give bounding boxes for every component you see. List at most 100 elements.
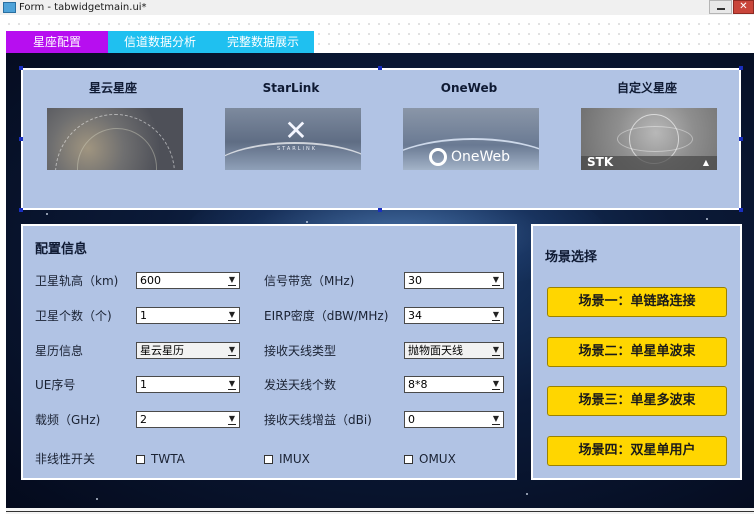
- chevron-down-icon: ▼: [225, 308, 239, 323]
- omux-checkbox[interactable]: OMUX: [404, 452, 456, 466]
- field-label: 接收天线增益（dBi): [264, 413, 372, 427]
- chevron-down-icon: ▼: [489, 412, 503, 427]
- field-label: 星历信息: [35, 344, 84, 358]
- app-icon: [3, 2, 16, 13]
- window-title: Form - tabwidgetmain.ui*: [19, 2, 147, 13]
- field-label: 卫星个数（个): [35, 309, 112, 323]
- selection-handle[interactable]: [19, 137, 23, 141]
- star-dot: [46, 213, 48, 215]
- constellation-image[interactable]: OneWeb: [403, 108, 539, 170]
- imux-checkbox[interactable]: IMUX: [264, 452, 310, 466]
- constellation-title: 自定义星座: [616, 81, 677, 95]
- minimize-icon: [717, 8, 725, 10]
- chevron-down-icon: ▼: [489, 377, 503, 392]
- star-dot: [306, 221, 308, 223]
- selection-handle[interactable]: [739, 208, 743, 212]
- field-label: 发送天线个数: [264, 378, 337, 392]
- tab-channel-analysis[interactable]: 信道数据分析: [108, 31, 212, 53]
- chevron-down-icon: ▼: [225, 273, 239, 288]
- chevron-down-icon: ▼: [225, 377, 239, 392]
- scene-2-button[interactable]: 场景二：单星单波束: [547, 337, 727, 367]
- combo-value: 8*8: [408, 378, 428, 391]
- constellation-image[interactable]: [47, 108, 183, 170]
- scene-3-button[interactable]: 场景三：单星多波束: [547, 386, 727, 416]
- checkbox-label: TWTA: [151, 452, 185, 466]
- selection-handle[interactable]: [739, 66, 743, 70]
- field-label: UE序号: [35, 378, 76, 392]
- constellation-image[interactable]: ✕ STARLINK: [225, 108, 361, 170]
- combo-value: 星云星历: [140, 344, 184, 357]
- constellation-panel: 星云星座 StarLink ✕ STARLINK OneWeb OneWeb 自…: [21, 68, 741, 210]
- oneweb-logo-icon: [429, 148, 447, 166]
- chevron-down-icon: ▼: [225, 412, 239, 427]
- title-bar: Form - tabwidgetmain.ui* ✕: [0, 0, 754, 15]
- orbit-altitude-combo[interactable]: 600 ▼: [136, 272, 240, 289]
- close-icon: ✕: [739, 1, 748, 12]
- chevron-down-icon: ▼: [489, 343, 503, 358]
- chevron-down-icon: ▼: [225, 343, 239, 358]
- scene-title: 场景选择: [545, 250, 598, 265]
- tx-antenna-count-combo[interactable]: 8*8 ▼: [404, 376, 504, 393]
- field-label: 载频（GHz): [35, 413, 101, 427]
- triangle-icon: ▲: [702, 158, 709, 167]
- scene-panel: 场景选择 场景一：单链路连接 场景二：单星单波束 场景三：单星多波束 场景四：双…: [531, 224, 742, 480]
- constellation-custom[interactable]: 自定义星座 STK ▲: [577, 80, 717, 170]
- combo-value: 34: [408, 309, 422, 322]
- chevron-down-icon: ▼: [489, 308, 503, 323]
- orbit-ring: [617, 126, 693, 152]
- combo-value: 0: [408, 413, 415, 426]
- constellation-title: StarLink: [262, 81, 320, 95]
- field-label: 信号带宽（MHz): [264, 274, 355, 288]
- starlink-logo-icon: ✕: [284, 114, 308, 147]
- selection-handle[interactable]: [378, 208, 382, 212]
- ephemeris-combo[interactable]: 星云星历 ▼: [136, 342, 240, 359]
- star-dot: [526, 493, 528, 495]
- combo-value: 抛物面天线: [408, 344, 463, 357]
- combo-value: 1: [140, 309, 147, 322]
- checkbox-label: IMUX: [279, 452, 310, 466]
- config-title: 配置信息: [35, 242, 88, 257]
- selection-handle[interactable]: [19, 208, 23, 212]
- signal-bandwidth-combo[interactable]: 30 ▼: [404, 272, 504, 289]
- field-label: 卫星轨高（km): [35, 274, 119, 288]
- checkbox-label: OMUX: [419, 452, 456, 466]
- scene-1-button[interactable]: 场景一：单链路连接: [547, 287, 727, 317]
- bottom-divider: [6, 511, 754, 512]
- combo-value: 2: [140, 413, 147, 426]
- selection-handle[interactable]: [739, 137, 743, 141]
- rx-antenna-gain-combo[interactable]: 0 ▼: [404, 411, 504, 428]
- eirp-density-combo[interactable]: 34 ▼: [404, 307, 504, 324]
- field-label: EIRP密度（dBW/MHz): [264, 309, 389, 323]
- combo-value: 1: [140, 378, 147, 391]
- checkbox-box[interactable]: [404, 454, 413, 464]
- tab-full-data-display[interactable]: 完整数据展示: [212, 31, 314, 53]
- checkbox-box[interactable]: [264, 454, 273, 464]
- constellation-title: OneWeb: [440, 81, 498, 95]
- field-label: 接收天线类型: [264, 344, 337, 358]
- checkbox-box[interactable]: [136, 454, 145, 464]
- minimize-button[interactable]: [709, 0, 732, 14]
- twta-checkbox[interactable]: TWTA: [136, 452, 185, 466]
- constellation-oneweb[interactable]: OneWeb OneWeb: [399, 80, 539, 170]
- nonlinear-label: 非线性开关: [35, 452, 96, 466]
- chevron-down-icon: ▼: [489, 273, 503, 288]
- selection-handle[interactable]: [19, 66, 23, 70]
- rx-antenna-type-combo[interactable]: 抛物面天线 ▼: [404, 342, 504, 359]
- satellite-count-combo[interactable]: 1 ▼: [136, 307, 240, 324]
- constellation-nebula[interactable]: 星云星座: [43, 80, 183, 170]
- tab-constellation-config[interactable]: 星座配置: [6, 31, 108, 53]
- constellation-title: 星云星座: [88, 81, 137, 95]
- scene-4-button[interactable]: 场景四：双星单用户: [547, 436, 727, 466]
- carrier-frequency-combo[interactable]: 2 ▼: [136, 411, 240, 428]
- selection-handle[interactable]: [378, 66, 382, 70]
- star-dot: [96, 498, 98, 500]
- constellation-starlink[interactable]: StarLink ✕ STARLINK: [221, 80, 361, 170]
- image-caption: STARLINK: [277, 146, 318, 152]
- image-caption: OneWeb: [451, 149, 511, 165]
- config-panel: 配置信息 卫星轨高（km) 600 ▼ 卫星个数（个) 1 ▼ 星历信息 星云星历 ▼…: [21, 224, 517, 480]
- constellation-image[interactable]: STK ▲: [581, 108, 717, 170]
- combo-value: 30: [408, 274, 422, 287]
- combo-value: 600: [140, 274, 161, 287]
- ue-index-combo[interactable]: 1 ▼: [136, 376, 240, 393]
- close-button[interactable]: ✕: [733, 0, 754, 14]
